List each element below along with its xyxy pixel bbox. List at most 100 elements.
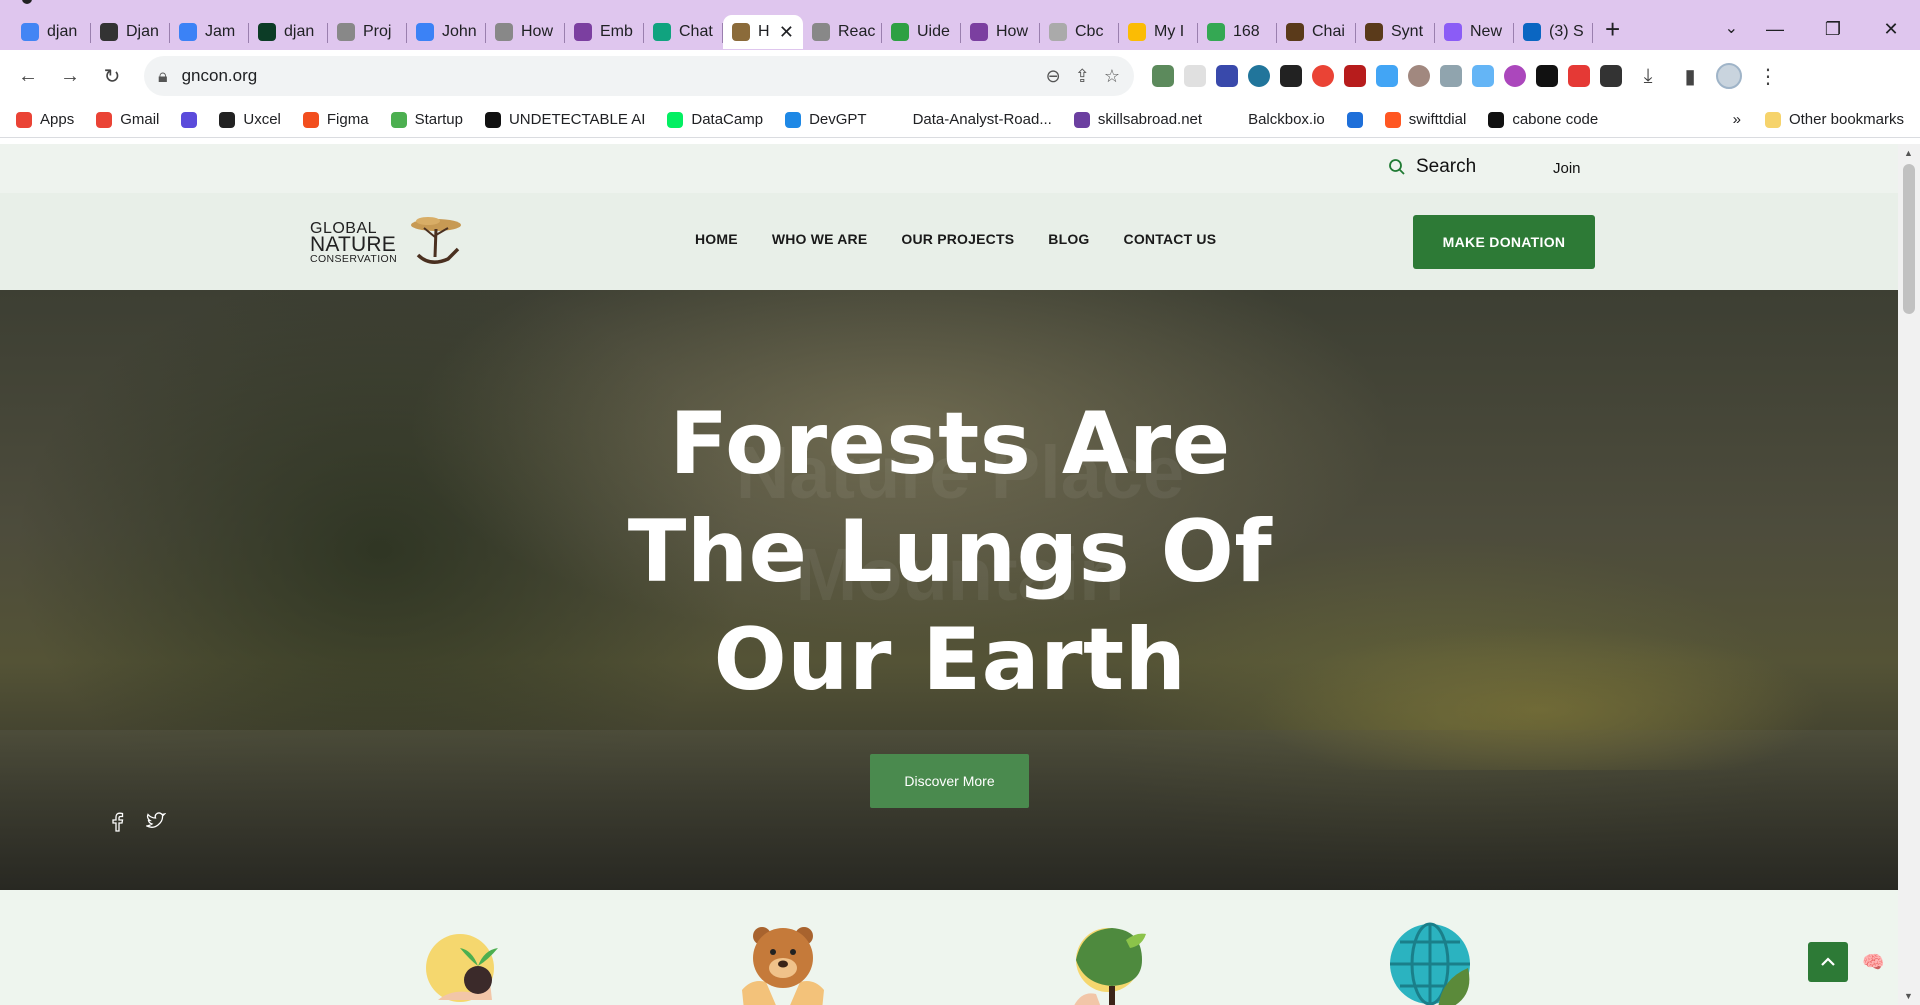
pen-extension-icon[interactable] <box>1280 65 1302 87</box>
make-donation-button[interactable]: MAKE DONATION <box>1413 215 1595 269</box>
menu-contact-us[interactable]: CONTACT US <box>1124 231 1217 247</box>
scroll-up-arrow-icon[interactable]: ▲ <box>1904 148 1913 158</box>
browser-tab[interactable]: (3) S <box>1514 15 1593 49</box>
close-tab-icon[interactable]: ✕ <box>779 22 794 43</box>
tab-search-icon[interactable]: ⌄ <box>1725 18 1738 38</box>
other-bookmarks[interactable]: Other bookmarks <box>1764 111 1904 128</box>
bookmark-item[interactable]: Gmail <box>96 111 159 128</box>
bookmark-item[interactable]: swifttdial <box>1384 111 1466 128</box>
url-text[interactable]: gncon.org <box>182 66 1032 86</box>
scrollbar-thumb[interactable] <box>1903 164 1915 314</box>
social-links <box>110 812 166 832</box>
restore-icon[interactable]: ❐ <box>1804 19 1862 40</box>
browser-tab[interactable]: Emb <box>565 15 644 49</box>
site-search[interactable]: Search <box>1388 156 1476 178</box>
extension-icon[interactable] <box>1152 65 1174 87</box>
audio-extension-icon[interactable] <box>1568 65 1590 87</box>
browser-tab[interactable]: Cbc <box>1040 15 1119 49</box>
bookmark-favicon-icon <box>667 111 684 128</box>
scroll-to-top-button[interactable] <box>1808 942 1848 982</box>
browser-tab[interactable]: 168 <box>1198 15 1277 49</box>
browser-tab[interactable]: Reac <box>803 15 882 49</box>
tab-title: Uide <box>917 23 950 40</box>
bookmark-item[interactable]: DevGPT <box>785 111 867 128</box>
bookmark-item[interactable]: Data-Analyst-Road... <box>888 111 1052 128</box>
bookmark-item[interactable]: Figma <box>302 111 369 128</box>
new-tab-icon[interactable]: + <box>1605 14 1620 45</box>
circle-icon <box>1444 23 1462 41</box>
facebook-icon[interactable] <box>110 812 124 832</box>
browser-tab[interactable]: Chai <box>1277 15 1356 49</box>
bookmark-item[interactable]: cabone code <box>1488 111 1598 128</box>
side-panel-icon[interactable]: ▮ <box>1674 60 1706 92</box>
wordpress-extension-icon[interactable] <box>1248 65 1270 87</box>
twitter-icon[interactable] <box>146 812 166 830</box>
lock-icon[interactable]: 🔒︎ <box>158 66 168 87</box>
zoom-icon[interactable]: ⊖ <box>1046 66 1061 87</box>
menu-kebab-icon[interactable]: ⋮ <box>1752 60 1784 92</box>
bookmark-item[interactable]: Startup <box>390 111 463 128</box>
bookmarks-overflow-icon[interactable]: » <box>1733 111 1741 128</box>
menu-blog[interactable]: BLOG <box>1048 231 1089 247</box>
address-bar[interactable]: 🔒︎ gncon.org ⊖ ⇪ ☆ <box>144 56 1134 96</box>
join-link[interactable]: Join <box>1553 160 1581 177</box>
scroll-down-arrow-icon[interactable]: ▼ <box>1904 991 1913 1001</box>
close-window-icon[interactable]: ✕ <box>1862 19 1920 40</box>
tab-title: 168 <box>1233 23 1260 40</box>
bookmark-item[interactable]: skillsabroad.net <box>1073 111 1202 128</box>
site-logo[interactable]: GLOBAL NATURE CONSERVATION <box>310 215 470 271</box>
calendar-extension-icon[interactable] <box>1216 65 1238 87</box>
puzzle-icon[interactable] <box>1600 65 1622 87</box>
brain-widget-icon[interactable]: 🧠 <box>1862 952 1884 973</box>
browser-tab[interactable]: John <box>407 15 486 49</box>
tab-title: (3) S <box>1549 23 1584 40</box>
bookmark-item[interactable] <box>1346 111 1363 128</box>
bookmark-item[interactable]: Apps <box>16 111 74 128</box>
avatar[interactable] <box>1716 63 1742 89</box>
browser-tab[interactable]: Djan <box>91 15 170 49</box>
browser-tab[interactable]: My I <box>1119 15 1198 49</box>
tab-title: Chai <box>1312 23 1345 40</box>
browser-tab[interactable]: djan <box>249 15 328 49</box>
color-picker-extension-icon[interactable] <box>1312 65 1334 87</box>
brain-extension-icon[interactable] <box>1504 65 1526 87</box>
bookmark-item[interactable]: Uxcel <box>219 111 281 128</box>
tab-title: Djan <box>126 23 159 40</box>
bookmark-favicon-icon <box>302 111 319 128</box>
browser-tab[interactable]: djan <box>12 15 91 49</box>
bookmark-favicon-icon <box>1224 111 1241 128</box>
bookmark-star-icon[interactable]: ☆ <box>1104 66 1120 87</box>
back-icon[interactable]: ← <box>12 60 44 92</box>
bookmark-item[interactable]: Balckbox.io <box>1224 111 1325 128</box>
menu-our-projects[interactable]: OUR PROJECTS <box>901 231 1014 247</box>
forward-icon[interactable]: → <box>54 60 86 92</box>
minimize-icon[interactable]: — <box>1746 19 1804 40</box>
reload-icon[interactable]: ↻ <box>96 60 128 92</box>
browser-tab[interactable]: Proj <box>328 15 407 49</box>
bookmark-item[interactable]: UNDETECTABLE AI <box>484 111 645 128</box>
browser-tab[interactable]: Jam <box>170 15 249 49</box>
browser-tab[interactable]: Chat <box>644 15 723 49</box>
mail-extension-icon[interactable] <box>1184 65 1206 87</box>
menu-home[interactable]: HOME <box>695 231 738 247</box>
browser-tab[interactable]: New <box>1435 15 1514 49</box>
image-extension-icon[interactable] <box>1440 65 1462 87</box>
discover-more-button[interactable]: Discover More <box>870 754 1029 808</box>
tab-title: djan <box>284 23 315 40</box>
download-icon[interactable]: ⤓ <box>1632 60 1664 92</box>
browser-tab[interactable]: Uide <box>882 15 961 49</box>
share-icon[interactable]: ⇪ <box>1075 66 1090 87</box>
grid-extension-icon[interactable] <box>1472 65 1494 87</box>
dark-extension-icon[interactable] <box>1536 65 1558 87</box>
bookmark-item[interactable]: DataCamp <box>667 111 763 128</box>
fi-extension-icon[interactable] <box>1376 65 1398 87</box>
menu-who-we-are[interactable]: WHO WE ARE <box>772 231 868 247</box>
browser-tab[interactable]: Synt <box>1356 15 1435 49</box>
browser-tab[interactable]: How <box>961 15 1040 49</box>
cookie-extension-icon[interactable] <box>1408 65 1430 87</box>
page-scrollbar[interactable]: ▲ ▼ <box>1898 144 1920 1005</box>
bookmark-item[interactable] <box>181 111 198 128</box>
ublock-extension-icon[interactable] <box>1344 65 1366 87</box>
browser-tab[interactable]: H ✕ <box>723 15 803 49</box>
browser-tab[interactable]: How <box>486 15 565 49</box>
